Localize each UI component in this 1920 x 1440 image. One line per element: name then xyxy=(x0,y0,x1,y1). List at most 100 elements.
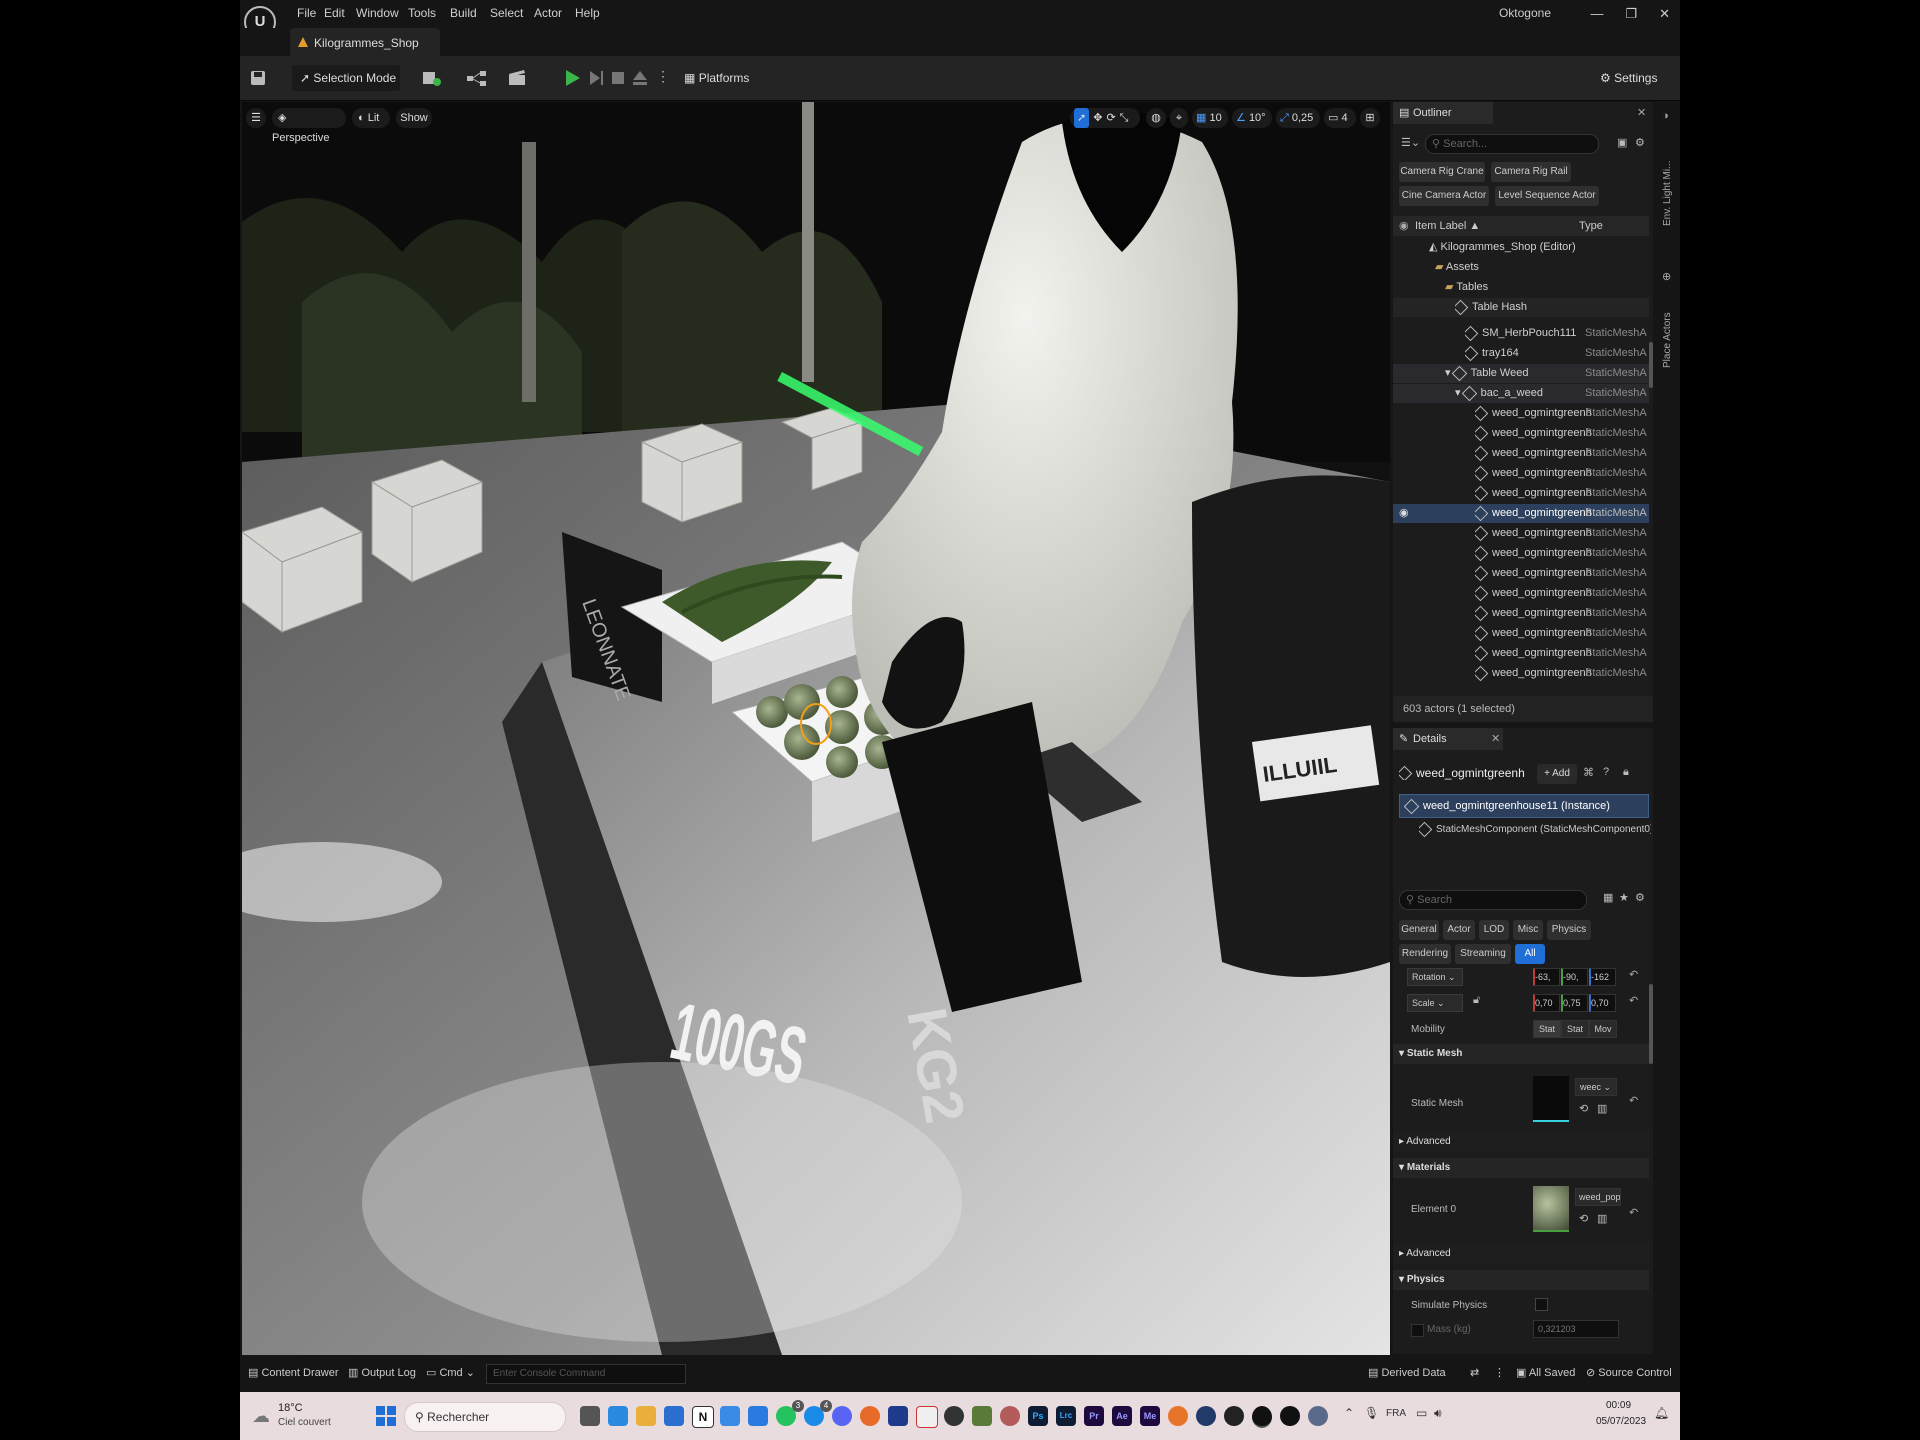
material-thumbnail[interactable] xyxy=(1533,1186,1569,1232)
eject-icon[interactable] xyxy=(630,68,650,88)
world-local-button[interactable]: ◍ xyxy=(1146,108,1166,128)
mass-override-checkbox[interactable] xyxy=(1411,1324,1424,1337)
mass-field[interactable]: 0,321203 xyxy=(1533,1320,1619,1338)
photoshop-icon[interactable]: Ps xyxy=(1028,1406,1048,1426)
filter-camera-rig-rail[interactable]: Camera Rig Rail xyxy=(1491,162,1571,182)
network-icon[interactable]: ▭ xyxy=(1416,1406,1427,1420)
mail-icon[interactable] xyxy=(748,1406,768,1426)
angle-snap-button[interactable]: ∠ 10° xyxy=(1232,108,1272,128)
outliner-scrollbar[interactable] xyxy=(1649,342,1653,388)
menu-build[interactable]: Build xyxy=(450,6,477,20)
rotation-z-field[interactable]: -162 xyxy=(1589,968,1616,986)
filter-tab-actor[interactable]: Actor xyxy=(1443,920,1475,940)
gear-icon[interactable]: ⚙ xyxy=(1635,136,1645,149)
tree-row-bac-a-weed[interactable]: ▾ bac_a_weed StaticMeshAc xyxy=(1393,384,1649,403)
filter-tab-general[interactable]: General xyxy=(1399,920,1439,940)
console-command-input[interactable]: Enter Console Command xyxy=(486,1364,686,1384)
language-indicator[interactable]: FRA xyxy=(1386,1408,1406,1419)
clock-time[interactable]: 00:09 xyxy=(1606,1400,1631,1411)
blender-icon[interactable] xyxy=(1168,1406,1188,1426)
music-icon[interactable] xyxy=(916,1406,938,1428)
weather-desc[interactable]: Ciel couvert xyxy=(278,1417,331,1428)
cinema4d-icon[interactable] xyxy=(1196,1406,1216,1426)
revision-control-icon[interactable]: ⇄ xyxy=(1470,1366,1479,1379)
component-instance-row[interactable]: weed_ogmintgreenhouse11 (Instance) xyxy=(1399,794,1649,818)
level-viewport[interactable]: LEONNATE ILLUIIL 100GS KG2 ☰ ◈ Perspecti… xyxy=(242,102,1390,1355)
tree-row-weed[interactable]: weed_ogmintgreenh StaticMeshAc xyxy=(1393,484,1649,503)
tree-row-weed[interactable]: weed_ogmintgreenh StaticMeshAc xyxy=(1393,524,1649,543)
output-log-button[interactable]: ▥ Output Log xyxy=(348,1366,416,1379)
settings-dropdown[interactable]: ⚙ Settings ⌄ xyxy=(1600,65,1670,111)
all-saved-button[interactable]: ▣ All Saved xyxy=(1516,1366,1575,1379)
scale-z-field[interactable]: 0,70 xyxy=(1589,994,1616,1012)
section-static-mesh[interactable]: ▾ Static Mesh xyxy=(1393,1044,1649,1064)
filter-cine-camera-actor[interactable]: Cine Camera Actor xyxy=(1399,186,1489,206)
tree-row-weed[interactable]: weed_ogmintgreenh StaticMeshAc xyxy=(1393,544,1649,563)
tree-row-weed[interactable]: weed_ogmintgreenh StaticMeshAc xyxy=(1393,624,1649,643)
reset-icon[interactable]: ↶ xyxy=(1629,1206,1638,1219)
weather-temp[interactable]: 18°C xyxy=(278,1402,303,1414)
avatar-app-icon[interactable] xyxy=(1000,1406,1020,1426)
grid-snap-button[interactable]: ▦ 10 xyxy=(1192,108,1228,128)
close-icon[interactable]: ✕ xyxy=(1659,6,1670,22)
details-search-input[interactable]: ⚲ Search xyxy=(1399,890,1587,910)
col-type[interactable]: Type xyxy=(1579,216,1603,236)
filter-tab-lod[interactable]: LOD xyxy=(1479,920,1509,940)
scale-tool-icon[interactable]: ⤡ xyxy=(1120,108,1129,128)
unlock-icon[interactable]: 🔓︎ xyxy=(1473,994,1480,1007)
tree-row-weed[interactable]: weed_ogmintgreenh StaticMeshAc xyxy=(1393,444,1649,463)
camera-speed-button[interactable]: ▭ 4 xyxy=(1324,108,1356,128)
taskbar-search-box[interactable]: ⚲ Rechercher xyxy=(404,1402,566,1432)
viewport-menu-button[interactable]: ☰ xyxy=(246,108,266,128)
premiere-icon[interactable]: Pr xyxy=(1084,1406,1104,1426)
layout-button[interactable]: ⊞ xyxy=(1360,108,1380,128)
filter-tab-physics[interactable]: Physics xyxy=(1547,920,1591,940)
component-row[interactable]: StaticMeshComponent (StaticMeshComponent… xyxy=(1419,820,1651,840)
col-item-label[interactable]: Item Label ▲ xyxy=(1415,216,1480,236)
show-button[interactable]: Show xyxy=(396,108,432,128)
tree-row-weed[interactable]: weed_ogmintgreenh StaticMeshAc xyxy=(1393,464,1649,483)
file-explorer-icon[interactable] xyxy=(636,1406,656,1426)
microphone-icon[interactable]: 🎙︎ xyxy=(1364,1406,1379,1420)
save-icon[interactable] xyxy=(250,70,266,86)
obs-icon[interactable] xyxy=(944,1406,964,1426)
content-drawer-button[interactable]: ▤ Content Drawer xyxy=(248,1366,339,1379)
more-options-icon[interactable]: ⋮ xyxy=(1494,1366,1505,1379)
filter-camera-rig-crane[interactable]: Camera Rig Crane xyxy=(1399,162,1485,182)
volume-icon[interactable]: 🔊︎ xyxy=(1434,1406,1442,1421)
section-physics[interactable]: ▾ Physics xyxy=(1393,1270,1649,1290)
menu-window[interactable]: Window xyxy=(356,6,399,20)
scale-snap-button[interactable]: ⤢ 0,25 xyxy=(1276,108,1320,128)
stop-icon[interactable] xyxy=(608,68,628,88)
surface-snap-button[interactable]: ⌖ xyxy=(1170,108,1188,128)
unreal-taskbar-icon[interactable] xyxy=(1252,1406,1272,1428)
material-picker[interactable]: weed_popc xyxy=(1575,1188,1621,1206)
tree-row-weed[interactable]: weed_ogmintgreenh StaticMeshAc xyxy=(1393,604,1649,623)
level-tab[interactable]: Kilogrammes_Shop xyxy=(290,28,440,56)
menu-edit[interactable]: Edit xyxy=(324,6,345,20)
notion-icon[interactable]: N xyxy=(692,1406,714,1428)
section-advanced[interactable]: ▸ Advanced xyxy=(1393,1132,1649,1152)
selection-mode-dropdown[interactable]: ➚ Selection Mode ⌄ xyxy=(292,65,400,111)
section-materials[interactable]: ▾ Materials xyxy=(1393,1158,1649,1178)
more-options-icon[interactable]: ⋮ xyxy=(656,68,670,85)
add-component-button[interactable]: + Add xyxy=(1537,764,1577,784)
menu-file[interactable]: File xyxy=(297,6,316,20)
static-mesh-picker[interactable]: weec ⌄ xyxy=(1575,1078,1617,1096)
settings-app-icon[interactable] xyxy=(1308,1406,1328,1426)
mobility-stationary[interactable]: Stat xyxy=(1561,1020,1589,1038)
vpn-shield-icon[interactable] xyxy=(888,1406,908,1426)
tree-row-weed[interactable]: weed_ogmintgreenh StaticMeshAc xyxy=(1393,564,1649,583)
clock-date[interactable]: 05/07/2023 xyxy=(1596,1416,1646,1427)
select-tool-icon[interactable]: ➚ xyxy=(1074,108,1090,128)
env-light-mixer-tab[interactable]: Env. Light Mi... xyxy=(1662,130,1673,226)
rotation-dropdown[interactable]: Rotation ⌄ xyxy=(1407,968,1463,986)
epic-launcher-icon[interactable] xyxy=(1280,1406,1300,1426)
tree-row-table-weed[interactable]: ▾ Table Weed StaticMeshAc xyxy=(1393,364,1649,383)
scale-dropdown[interactable]: Scale ⌄ xyxy=(1407,994,1463,1012)
close-icon[interactable]: ✕ xyxy=(1637,102,1646,124)
menu-tools[interactable]: Tools xyxy=(408,6,436,20)
minimize-icon[interactable]: — xyxy=(1590,6,1603,22)
close-icon[interactable]: ✕ xyxy=(1491,728,1500,750)
filter-tab-streaming[interactable]: Streaming xyxy=(1455,944,1511,964)
